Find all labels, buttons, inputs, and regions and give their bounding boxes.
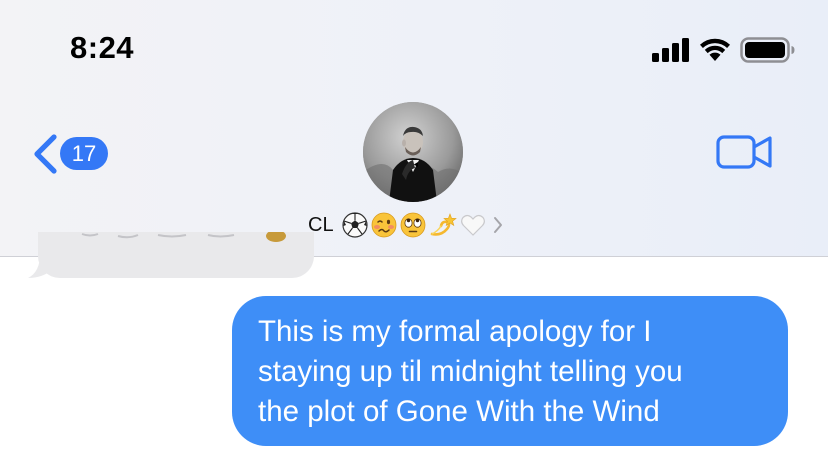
message-text-line: the plot of Gone With the Wind bbox=[258, 395, 660, 428]
battery-icon bbox=[740, 37, 795, 63]
message-text-line: staying up til midnight telling you bbox=[258, 355, 683, 388]
dizzy-emoji bbox=[430, 213, 457, 236]
incoming-message-bubble[interactable] bbox=[38, 232, 314, 278]
cellular-signal-icon bbox=[652, 38, 689, 62]
video-call-button[interactable] bbox=[716, 134, 774, 170]
white-heart-emoji bbox=[460, 214, 485, 236]
soccer-ball-emoji bbox=[341, 212, 368, 238]
outgoing-message-bubble[interactable]: This is my formal apology for I staying … bbox=[232, 296, 788, 446]
avatar[interactable] bbox=[363, 102, 463, 202]
back-button[interactable]: 17 bbox=[32, 132, 122, 176]
messages-screen: 8:24 17 CL This is my formal apology for… bbox=[0, 0, 828, 472]
eye-roll-emoji bbox=[400, 212, 425, 238]
status-icons bbox=[652, 36, 802, 64]
chevron-right-icon bbox=[493, 217, 502, 233]
contact-name-button[interactable]: CL bbox=[308, 210, 528, 240]
contact-photo bbox=[363, 102, 463, 202]
video-camera-icon bbox=[716, 135, 772, 169]
chevron-left-icon bbox=[34, 134, 57, 174]
wifi-icon bbox=[700, 38, 730, 61]
unread-count-badge: 17 bbox=[60, 137, 108, 170]
conversation-header: 8:24 17 CL bbox=[0, 0, 828, 257]
status-time: 8:24 bbox=[70, 30, 135, 65]
message-text-line: This is my formal apology for I bbox=[258, 315, 652, 348]
woozy-face-emoji bbox=[371, 212, 396, 238]
cropped-message-text bbox=[81, 232, 286, 242]
